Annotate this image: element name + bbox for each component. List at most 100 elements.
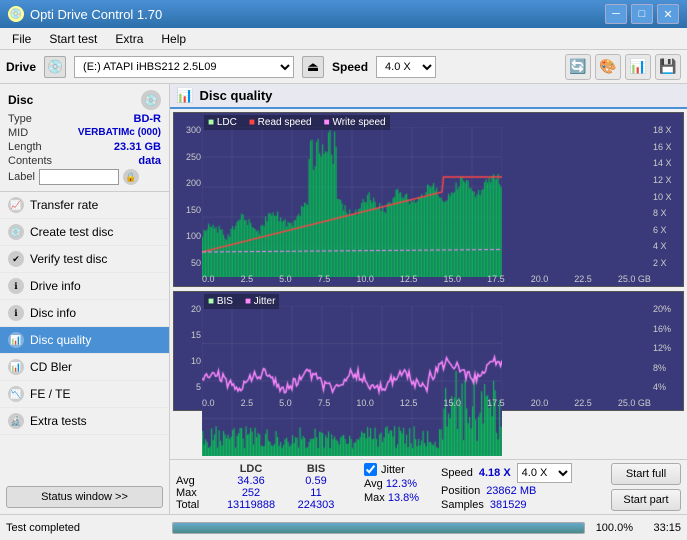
progress-bar-fill — [173, 523, 584, 533]
y-right-8x: 8 X — [653, 208, 681, 218]
stats-avg-row: Avg 34.36 0.59 — [176, 475, 346, 487]
menubar: File Start test Extra Help — [0, 28, 687, 50]
disc-type-val: BD-R — [134, 113, 162, 125]
drive-label: Drive — [6, 60, 36, 74]
disc-info-panel: Disc 💿 Type BD-R MID VERBATIMc (000) Len… — [0, 84, 169, 192]
disc-length-val: 23.31 GB — [114, 141, 161, 153]
menu-help[interactable]: Help — [153, 30, 194, 48]
progress-bar — [172, 522, 585, 534]
disc-label-icon: 🔒 — [123, 169, 139, 185]
app-title: Opti Drive Control 1.70 — [30, 7, 162, 22]
charts-wrapper: ■ LDC ■ Read speed ■ Write speed 300 250… — [170, 109, 687, 459]
y-left-250: 250 — [176, 152, 201, 162]
statusbar: Test completed 100.0% 33:15 — [0, 514, 687, 540]
sidebar-item-verify-test-disc[interactable]: ✔ Verify test disc — [0, 246, 169, 273]
graph-button[interactable]: 📊 — [625, 54, 651, 80]
y-right-18x: 18 X — [653, 125, 681, 135]
legend-jitter: ■ Jitter — [245, 296, 276, 307]
drive-select[interactable]: (E:) ATAPI iHBS212 2.5L09 — [74, 56, 294, 78]
legend-read-speed: ■ Read speed — [249, 117, 312, 128]
y-right-14x: 14 X — [653, 158, 681, 168]
status-window-button[interactable]: Status window >> — [6, 486, 163, 508]
y2-right-4pct: 4% — [653, 382, 681, 392]
max-label: Max — [176, 487, 216, 499]
speed-select[interactable]: 4.0 X — [376, 56, 436, 78]
jitter-max-val: 13.8% — [388, 492, 419, 504]
drive-info-icon: ℹ — [8, 278, 24, 294]
y-right-12x: 12 X — [653, 175, 681, 185]
total-bis: 224303 — [286, 499, 346, 511]
jitter-label: Jitter — [381, 464, 405, 476]
sidebar-item-fe-te[interactable]: 📉 FE / TE — [0, 381, 169, 408]
upper-chart-canvas — [202, 127, 502, 277]
legend-ldc: ■ LDC — [208, 117, 237, 128]
y-right-2x: 2 X — [653, 258, 681, 268]
sidebar-item-disc-quality[interactable]: 📊 Disc quality — [0, 327, 169, 354]
cd-bler-icon: 📊 — [8, 359, 24, 375]
jitter-section: Jitter Avg 12.3% Max 13.8% — [364, 463, 419, 511]
y-right-10x: 10 X — [653, 192, 681, 202]
settings-button[interactable]: 🎨 — [595, 54, 621, 80]
close-button[interactable]: ✕ — [657, 4, 679, 24]
save-button[interactable]: 💾 — [655, 54, 681, 80]
samples-label: Samples — [441, 499, 484, 511]
max-ldc: 252 — [216, 487, 286, 499]
sidebar-item-cd-bler[interactable]: 📊 CD Bler — [0, 354, 169, 381]
titlebar: 💿 Opti Drive Control 1.70 ─ □ ✕ — [0, 0, 687, 28]
minimize-button[interactable]: ─ — [605, 4, 627, 24]
legend-bis: ■ BIS — [208, 296, 233, 307]
jitter-avg-label: Avg — [364, 478, 386, 490]
start-full-button[interactable]: Start full — [611, 463, 681, 485]
sidebar-item-disc-info[interactable]: ℹ Disc info — [0, 300, 169, 327]
disc-label-input[interactable] — [39, 169, 119, 185]
legend-write-speed: ■ Write speed — [324, 117, 386, 128]
refresh-button[interactable]: 🔄 — [565, 54, 591, 80]
sidebar-item-extra-tests[interactable]: 🔬 Extra tests — [0, 408, 169, 435]
stats-area: LDC BIS Avg 34.36 0.59 Max 252 11 — [170, 459, 687, 514]
maximize-button[interactable]: □ — [631, 4, 653, 24]
y-left-50: 50 — [176, 258, 201, 268]
y-right-16x: 16 X — [653, 142, 681, 152]
drivebar: Drive 💿 (E:) ATAPI iHBS212 2.5L09 ⏏ Spee… — [0, 50, 687, 84]
speed-label: Speed — [332, 60, 368, 74]
disc-info-icon: ℹ — [8, 305, 24, 321]
transfer-rate-icon: 📈 — [8, 197, 24, 213]
disc-contents-key: Contents — [8, 155, 52, 167]
speed-section: Speed 4.18 X 4.0 X Position 23862 MB Sam… — [441, 463, 572, 511]
y2-right-8pct: 8% — [653, 363, 681, 373]
disc-contents-val: data — [138, 155, 161, 167]
status-text: Test completed — [6, 522, 166, 534]
sidebar-item-transfer-rate[interactable]: 📈 Transfer rate — [0, 192, 169, 219]
position-value: 23862 MB — [486, 485, 536, 497]
disc-quality-header: 📊 Disc quality — [170, 84, 687, 109]
avg-bis: 0.59 — [286, 475, 346, 487]
disc-panel-icon: 💿 — [141, 90, 161, 110]
start-part-button[interactable]: Start part — [611, 489, 681, 511]
menu-extra[interactable]: Extra — [107, 30, 151, 48]
speed-select2[interactable]: 4.0 X — [517, 463, 572, 483]
drive-icon: 💿 — [44, 56, 66, 78]
jitter-checkbox[interactable] — [364, 463, 377, 476]
y-right-6x: 6 X — [653, 225, 681, 235]
menu-start-test[interactable]: Start test — [41, 30, 105, 48]
jitter-max-label: Max — [364, 492, 388, 504]
y-right-4x: 4 X — [653, 241, 681, 251]
y-left-200: 200 — [176, 178, 201, 188]
position-label: Position — [441, 485, 480, 497]
progress-time: 33:15 — [639, 522, 681, 534]
menu-file[interactable]: File — [4, 30, 39, 48]
drive-eject-button[interactable]: ⏏ — [302, 56, 324, 78]
y-left-100: 100 — [176, 231, 201, 241]
y2-left-15: 15 — [176, 330, 201, 340]
disc-panel-title: Disc — [8, 93, 33, 107]
extra-tests-icon: 🔬 — [8, 413, 24, 429]
disc-quality-title: Disc quality — [199, 88, 272, 103]
max-bis: 11 — [286, 487, 346, 499]
stats-table: LDC BIS Avg 34.36 0.59 Max 252 11 — [176, 463, 346, 511]
main-layout: Disc 💿 Type BD-R MID VERBATIMc (000) Len… — [0, 84, 687, 514]
sidebar-item-drive-info[interactable]: ℹ Drive info — [0, 273, 169, 300]
action-buttons: Start full Start part — [611, 463, 681, 511]
avg-label: Avg — [176, 475, 216, 487]
sidebar-item-create-test-disc[interactable]: 💿 Create test disc — [0, 219, 169, 246]
speed-label2: Speed — [441, 467, 473, 479]
